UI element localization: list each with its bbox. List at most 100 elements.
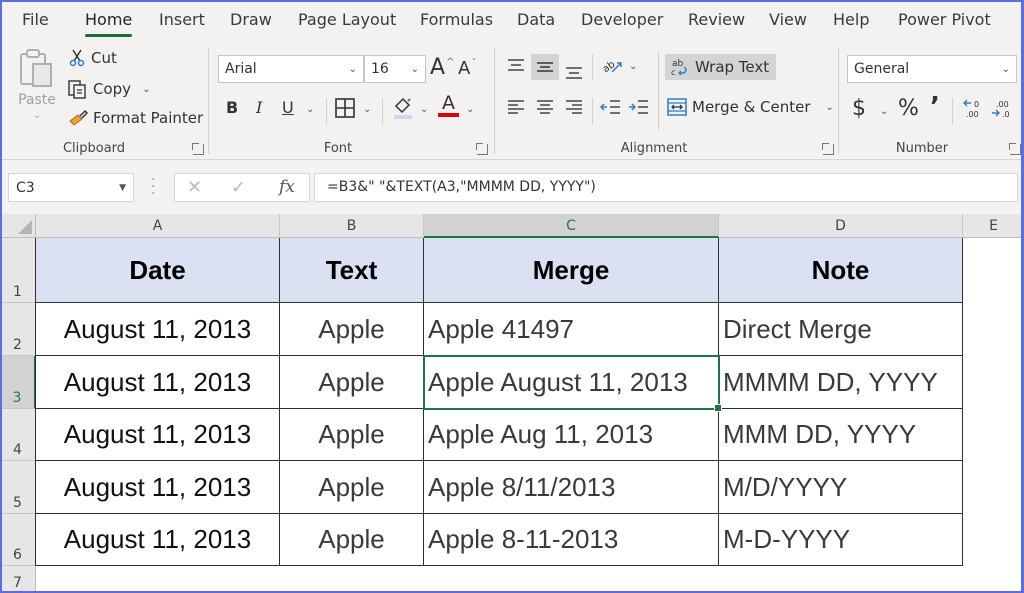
- decrease-indent-button[interactable]: [600, 99, 622, 115]
- align-left-button[interactable]: [506, 99, 526, 115]
- row-header-2[interactable]: 2: [0, 303, 36, 356]
- cell-d4[interactable]: MMM DD, YYYY: [719, 409, 963, 461]
- tab-formulas[interactable]: Formulas: [420, 10, 493, 29]
- clipboard-dialog-launcher-icon[interactable]: [192, 143, 204, 155]
- paste-button[interactable]: Paste ⌄: [18, 48, 56, 121]
- enter-check-icon[interactable]: ✓: [231, 177, 246, 198]
- fill-color-button[interactable]: [392, 96, 414, 120]
- cell-a6[interactable]: August 11, 2013: [36, 514, 280, 566]
- merge-center-chevron-icon[interactable]: ⌄: [826, 102, 834, 113]
- tab-file[interactable]: File: [22, 10, 49, 29]
- cancel-icon[interactable]: ✕: [187, 177, 202, 198]
- borders-button[interactable]: [334, 97, 356, 119]
- row-header-4[interactable]: 4: [0, 409, 36, 461]
- merge-center-button[interactable]: Merge & Center ⌄: [667, 97, 834, 117]
- bottom-align-button[interactable]: [564, 64, 584, 80]
- cell-b3[interactable]: Apple: [280, 356, 424, 409]
- cell-a4[interactable]: August 11, 2013: [36, 409, 280, 461]
- cell-c6[interactable]: Apple 8-11-2013: [424, 514, 719, 566]
- cell-c1[interactable]: Merge: [424, 238, 719, 303]
- font-size-dropdown[interactable]: 16 ⌄: [364, 55, 426, 83]
- font-color-button[interactable]: A: [438, 94, 459, 117]
- tab-data[interactable]: Data: [517, 10, 555, 29]
- drag-handle-icon[interactable]: · · ·: [151, 173, 155, 201]
- format-painter-button[interactable]: Format Painter: [68, 109, 203, 127]
- cell-d5[interactable]: M/D/YYYY: [719, 461, 963, 514]
- row-header-1[interactable]: 1: [0, 238, 36, 303]
- cell-b5[interactable]: Apple: [280, 461, 424, 514]
- currency-button[interactable]: $: [852, 96, 866, 121]
- number-format-dropdown[interactable]: General ⌄: [847, 55, 1017, 83]
- copy-chevron-icon[interactable]: ⌄: [142, 84, 150, 95]
- comma-style-button[interactable]: ’: [930, 92, 940, 122]
- fill-color-chevron-icon[interactable]: ⌄: [420, 104, 428, 115]
- tab-power-pivot[interactable]: Power Pivot: [898, 10, 991, 29]
- select-all-button[interactable]: [0, 214, 36, 238]
- bold-button[interactable]: B: [226, 98, 238, 117]
- cell-b1[interactable]: Text: [280, 238, 424, 303]
- wrap-text-button[interactable]: ab c Wrap Text: [665, 54, 777, 80]
- borders-chevron-icon[interactable]: ⌄: [363, 104, 371, 115]
- formula-input[interactable]: =B3&" "&TEXT(A3,"MMMM DD, YYYY"): [314, 173, 1018, 202]
- currency-chevron-icon[interactable]: ⌄: [880, 106, 888, 117]
- middle-align-button[interactable]: [531, 54, 559, 80]
- cell-c2[interactable]: Apple 41497: [424, 303, 719, 356]
- cell-b2[interactable]: Apple: [280, 303, 424, 356]
- row-header-6[interactable]: 6: [0, 514, 36, 566]
- increase-indent-button[interactable]: [628, 99, 650, 115]
- tab-help[interactable]: Help: [833, 10, 869, 29]
- italic-button[interactable]: I: [256, 98, 262, 117]
- percent-button[interactable]: %: [898, 96, 919, 121]
- column-header-e[interactable]: E: [963, 214, 1024, 238]
- cell-c3[interactable]: Apple August 11, 2013: [424, 356, 719, 409]
- font-dialog-launcher-icon[interactable]: [476, 143, 488, 155]
- cell-a2[interactable]: August 11, 2013: [36, 303, 280, 356]
- copy-button[interactable]: Copy ⌄: [68, 79, 150, 99]
- row-header-5[interactable]: 5: [0, 461, 36, 514]
- cell-d1[interactable]: Note: [719, 238, 963, 303]
- insert-function-icon[interactable]: fx: [279, 177, 295, 197]
- column-header-a[interactable]: A: [36, 214, 280, 238]
- number-dialog-launcher-icon[interactable]: [1009, 143, 1021, 155]
- underline-button[interactable]: U: [282, 98, 294, 117]
- underline-chevron-icon[interactable]: ⌄: [306, 104, 314, 115]
- column-header-c[interactable]: C: [424, 214, 719, 238]
- increase-font-size-button[interactable]: A ^: [430, 55, 454, 80]
- font-color-chevron-icon[interactable]: ⌄: [466, 104, 474, 115]
- divider: [592, 54, 593, 80]
- cell-b4[interactable]: Apple: [280, 409, 424, 461]
- tab-view[interactable]: View: [769, 10, 807, 29]
- cell-a1[interactable]: Date: [36, 238, 280, 303]
- tab-home[interactable]: Home: [85, 10, 133, 37]
- borders-icon: [335, 98, 355, 118]
- column-header-b[interactable]: B: [280, 214, 424, 238]
- font-name-dropdown[interactable]: Arial ⌄: [218, 55, 364, 83]
- orientation-button[interactable]: ab ⌄: [600, 56, 638, 76]
- caret-down-icon[interactable]: ▼: [119, 183, 126, 193]
- decrease-font-size-button[interactable]: Aˇ: [458, 58, 476, 79]
- cell-b6[interactable]: Apple: [280, 514, 424, 566]
- cell-d3[interactable]: MMMM DD, YYYY: [719, 356, 963, 409]
- alignment-dialog-launcher-icon[interactable]: [822, 143, 834, 155]
- tab-page-layout[interactable]: Page Layout: [298, 10, 396, 29]
- tab-review[interactable]: Review: [688, 10, 745, 29]
- tab-draw[interactable]: Draw: [230, 10, 272, 29]
- align-center-button[interactable]: [535, 99, 555, 115]
- name-box[interactable]: C3 ▼: [8, 173, 134, 202]
- row-header-3[interactable]: 3: [0, 356, 36, 409]
- tab-developer[interactable]: Developer: [581, 10, 663, 29]
- row-header-7[interactable]: 7: [0, 566, 36, 593]
- cut-button[interactable]: Cut: [68, 49, 117, 67]
- column-header-d[interactable]: D: [719, 214, 963, 238]
- cell-c5[interactable]: Apple 8/11/2013: [424, 461, 719, 514]
- cell-a5[interactable]: August 11, 2013: [36, 461, 280, 514]
- cell-d6[interactable]: M-D-YYYY: [719, 514, 963, 566]
- cell-d2[interactable]: Direct Merge: [719, 303, 963, 356]
- align-right-button[interactable]: [564, 99, 584, 115]
- cell-a3[interactable]: August 11, 2013: [36, 356, 280, 409]
- cell-c4[interactable]: Apple Aug 11, 2013: [424, 409, 719, 461]
- increase-decimal-button[interactable]: 0 .00: [962, 98, 986, 120]
- decrease-decimal-button[interactable]: .00 .0: [990, 98, 1014, 120]
- top-align-button[interactable]: [506, 58, 526, 74]
- tab-insert[interactable]: Insert: [159, 10, 205, 29]
